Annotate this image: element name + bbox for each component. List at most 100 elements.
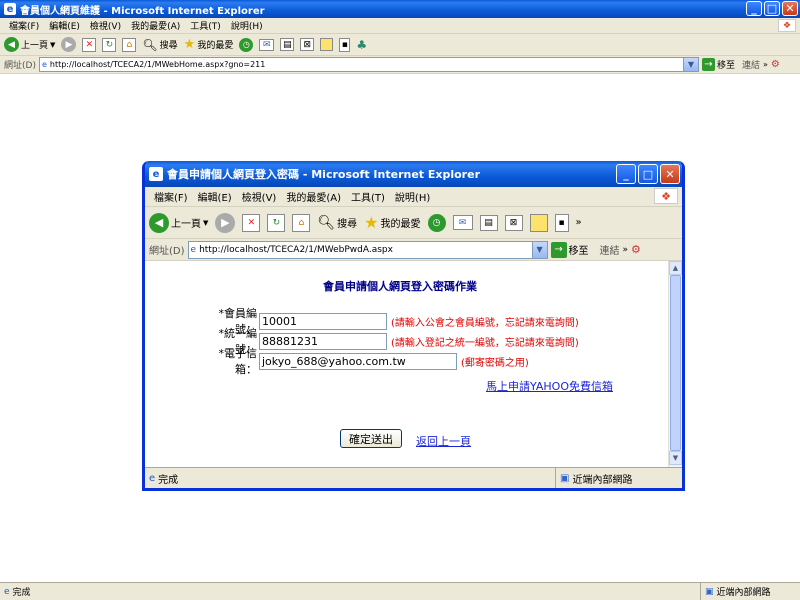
search-icon: 🔍︎ <box>317 214 336 231</box>
popup-minimize-button[interactable]: _ <box>616 164 636 184</box>
favorites-button[interactable]: ★ 我的最愛 <box>184 37 234 52</box>
scroll-thumb[interactable] <box>670 275 681 451</box>
back-button[interactable]: ◀ 上一頁 ▼ <box>4 37 55 52</box>
search-icon: 🔍︎ <box>142 37 158 52</box>
popup-address-label: 網址(D) <box>149 246 185 257</box>
maximize-button[interactable]: □ <box>764 1 780 16</box>
popup-title-bar[interactable]: e 會員申請個人網頁登入密碼 - Microsoft Internet Expl… <box>145 161 682 187</box>
popup-menu-edit[interactable]: 編輯(E) <box>193 189 237 204</box>
star-icon: ★ <box>364 213 379 232</box>
links-label[interactable]: 連結 <box>742 58 760 71</box>
popup-menu-tools[interactable]: 工具(T) <box>346 189 390 204</box>
home-icon[interactable]: ⌂ <box>292 213 311 232</box>
popup-links-label[interactable]: 連結 <box>600 242 620 257</box>
messenger-icon[interactable]: ♣ <box>356 38 367 52</box>
submit-button[interactable]: 確定送出 <box>340 429 402 448</box>
menu-file[interactable]: 檔案(F) <box>4 19 44 32</box>
toolbar-extra-icon[interactable]: ⚙︎ <box>771 59 780 70</box>
yahoo-signup-link[interactable]: 馬上申請YAHOO免費信箱 <box>486 378 613 394</box>
print-icon[interactable]: ▤ <box>280 38 295 51</box>
popup-maximize-button[interactable]: □ <box>638 164 658 184</box>
print-icon[interactable]: ▤ <box>479 214 498 231</box>
outer-menu-bar: 檔案(F) 編輯(E) 檢視(V) 我的最愛(A) 工具(T) 說明(H) ❖ <box>0 18 800 34</box>
popup-close-button[interactable]: ✕ <box>660 164 680 184</box>
close-button[interactable]: ✕ <box>782 1 798 16</box>
stop-icon[interactable]: ✕ <box>82 37 97 52</box>
search-button[interactable]: 🔍︎ 搜尋 <box>142 38 177 52</box>
expand-chevron-icon[interactable]: » <box>576 217 582 228</box>
history-icon[interactable]: ◷ <box>239 37 254 52</box>
email-input[interactable]: jokyo_688@yahoo.com.tw <box>259 352 457 370</box>
address-text: http://localhost/TCECA2/1/MWebHome.aspx?… <box>49 60 266 69</box>
page-icon: e <box>41 60 47 69</box>
research-icon[interactable]: ▪ <box>554 213 569 232</box>
scroll-down-icon[interactable]: ▼ <box>669 451 682 465</box>
menu-help[interactable]: 說明(H) <box>226 19 268 32</box>
popup-address-bar: 網址(D) e http://localhost/TCECA2/1/MWebPw… <box>145 239 682 261</box>
popup-go-button[interactable]: → 移至 <box>550 241 589 258</box>
popup-toolbar: ◀ 上一頁 ▼ ▶ ✕ ↻ ⌂ 🔍︎ 搜尋 ★ 我的最愛 ◷ ✉ ▤ ⊠ ▪ » <box>145 207 682 239</box>
discuss-icon[interactable] <box>529 213 548 232</box>
menu-tools[interactable]: 工具(T) <box>185 19 226 32</box>
star-icon: ★ <box>183 37 196 52</box>
page-icon: e <box>190 244 197 255</box>
chevron-down-icon[interactable]: ▼ <box>682 58 698 71</box>
ie-icon: e <box>4 3 16 15</box>
vertical-scrollbar[interactable]: ▲ ▼ <box>668 261 682 467</box>
popup-back-label: 上一頁 <box>171 219 201 230</box>
refresh-icon[interactable]: ↻ <box>102 37 117 52</box>
expand-chevron-icon[interactable]: » <box>623 245 629 255</box>
popup-address-input[interactable]: e http://localhost/TCECA2/1/MWebPwdA.asp… <box>187 240 548 259</box>
popup-zone-text: 近端內部網路 <box>572 474 633 486</box>
popup-status-bar: e 完成 ▣ 近端內部網路 <box>145 467 682 488</box>
forward-arrow-icon[interactable]: ▶ <box>215 212 236 233</box>
popup-browser-window: e 會員申請個人網頁登入密碼 - Microsoft Internet Expl… <box>142 161 685 491</box>
popup-favorites-button[interactable]: ★ 我的最愛 <box>364 213 420 232</box>
network-icon: ▣ <box>560 472 570 484</box>
scroll-up-icon[interactable]: ▲ <box>669 261 682 275</box>
outer-window-title: 會員個人網頁維護 - Microsoft Internet Explorer <box>20 5 265 17</box>
address-input[interactable]: e http://localhost/TCECA2/1/MWebHome.asp… <box>38 57 699 72</box>
security-zone: ▣ 近端內部網路 <box>700 583 800 600</box>
edit-icon[interactable]: ⊠ <box>300 38 315 51</box>
popup-search-button[interactable]: 🔍︎ 搜尋 <box>317 215 357 231</box>
forward-arrow-icon[interactable]: ▶ <box>61 37 77 52</box>
go-label: 移至 <box>716 61 735 71</box>
mail-icon[interactable]: ✉ <box>452 215 473 230</box>
discuss-icon[interactable] <box>320 38 334 51</box>
back-arrow-icon: ◀ <box>149 212 169 233</box>
menu-edit[interactable]: 編輯(E) <box>44 19 85 32</box>
outer-status-bar: e 完成 ▣ 近端內部網路 <box>0 582 800 600</box>
search-label: 搜尋 <box>159 41 178 51</box>
research-icon[interactable]: ▪ <box>339 37 351 52</box>
edit-icon[interactable]: ⊠ <box>504 214 523 231</box>
windows-logo-icon: ❖ <box>778 19 796 32</box>
home-icon[interactable]: ⌂ <box>122 37 137 52</box>
popup-address-text: http://localhost/TCECA2/1/MWebPwdA.aspx <box>199 244 393 255</box>
popup-back-button[interactable]: ◀ 上一頁 ▼ <box>149 212 208 233</box>
toolbar-extra-icon[interactable]: ⚙︎ <box>631 243 641 256</box>
back-arrow-icon: ◀ <box>4 37 19 52</box>
menu-favorites[interactable]: 我的最愛(A) <box>126 19 185 32</box>
popup-menu-help[interactable]: 說明(H) <box>390 189 435 204</box>
popup-menu-view[interactable]: 檢視(V) <box>237 189 282 204</box>
network-icon: ▣ <box>705 586 714 597</box>
minimize-button[interactable]: _ <box>746 1 762 16</box>
stop-icon[interactable]: ✕ <box>242 213 261 232</box>
expand-chevron-icon[interactable]: » <box>763 60 768 69</box>
popup-menu-file[interactable]: 檔案(F) <box>149 189 193 204</box>
page-title: 會員申請個人網頁登入密碼作業 <box>323 280 477 293</box>
popup-menu-favorites[interactable]: 我的最愛(A) <box>281 189 346 204</box>
refresh-icon[interactable]: ↻ <box>267 213 286 232</box>
status-text: 完成 <box>12 588 31 598</box>
mail-icon[interactable]: ✉ <box>259 38 275 51</box>
popup-favorites-label: 我的最愛 <box>380 219 421 230</box>
history-icon[interactable]: ◷ <box>427 213 446 232</box>
chevron-down-icon[interactable]: ▼ <box>531 241 547 258</box>
go-button[interactable]: → 移至 <box>701 58 735 71</box>
back-link[interactable]: 返回上一頁 <box>416 433 471 449</box>
windows-logo-icon: ❖ <box>654 188 678 204</box>
menu-view[interactable]: 檢視(V) <box>85 19 126 32</box>
outer-title-bar[interactable]: e 會員個人網頁維護 - Microsoft Internet Explorer… <box>0 0 800 18</box>
popup-window-title: 會員申請個人網頁登入密碼 - Microsoft Internet Explor… <box>167 168 480 181</box>
